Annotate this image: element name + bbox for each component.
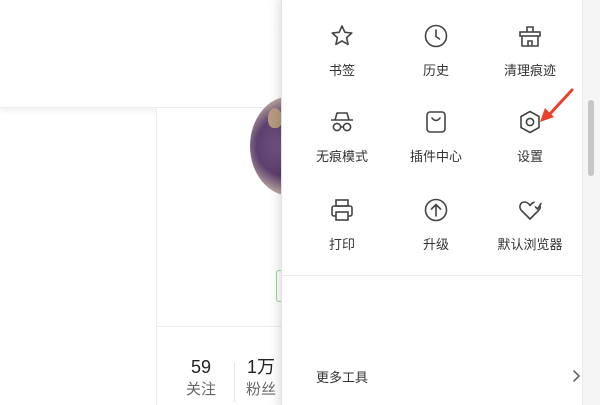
menu-item-label: 历史 — [422, 64, 449, 79]
upgrade-arrow-icon — [423, 197, 449, 223]
menu-item-incognito[interactable]: 无痕模式 — [292, 87, 392, 167]
hexagon-settings-icon — [517, 109, 543, 135]
avatar-detail — [268, 108, 282, 128]
more-tools-label: 更多工具 — [316, 371, 369, 386]
menu-item-label: 清理痕迹 — [503, 64, 556, 79]
menu-item-history[interactable]: 历史 — [386, 1, 486, 81]
stat-followers-value: 1万 — [247, 357, 276, 377]
page-header-card — [0, 30, 300, 108]
stat-following-value: 59 — [190, 357, 212, 377]
stat-followers[interactable]: 1万 粉丝 — [246, 356, 276, 400]
stat-followers-label: 粉丝 — [246, 381, 277, 398]
menu-item-label: 插件中心 — [409, 150, 462, 165]
browser-main-menu: 书签 历史 清理痕迹 无痕模式 插件中心 设置 打印 升级 默认浏览器 更多工具 — [281, 0, 600, 405]
menu-item-plugin-center[interactable]: 插件中心 — [386, 87, 486, 167]
bag-plugin-icon — [423, 109, 449, 135]
stats-divider — [156, 326, 296, 327]
menu-item-label: 无痕模式 — [315, 150, 368, 165]
scrollbar-thumb[interactable] — [588, 100, 594, 176]
more-tools-item[interactable]: 更多工具 — [282, 359, 582, 393]
star-icon — [329, 23, 355, 49]
menu-item-default-browser[interactable]: 默认浏览器 — [480, 175, 580, 255]
menu-item-print[interactable]: 打印 — [292, 175, 392, 255]
menu-item-label: 打印 — [328, 238, 355, 253]
menu-divider — [282, 275, 582, 276]
menu-item-upgrade[interactable]: 升级 — [386, 175, 486, 255]
menu-item-label: 默认浏览器 — [497, 238, 563, 253]
incognito-icon — [329, 109, 355, 135]
clock-icon — [423, 23, 449, 49]
menu-item-bookmarks[interactable]: 书签 — [292, 1, 392, 81]
printer-icon — [329, 197, 355, 223]
menu-item-label: 书签 — [328, 64, 355, 79]
heart-icon — [517, 197, 543, 223]
broom-clean-icon — [517, 23, 543, 49]
stat-following-label: 关注 — [186, 381, 217, 398]
stat-separator — [234, 362, 235, 402]
chevron-right-icon — [573, 370, 580, 382]
menu-item-label: 设置 — [516, 150, 543, 165]
scrollbar-track[interactable] — [582, 0, 600, 405]
menu-item-clear-traces[interactable]: 清理痕迹 — [480, 1, 580, 81]
menu-grid: 书签 历史 清理痕迹 无痕模式 插件中心 设置 打印 升级 默认浏览器 — [282, 0, 582, 279]
stat-following[interactable]: 59 关注 — [186, 356, 216, 400]
menu-item-label: 升级 — [422, 238, 449, 253]
menu-item-settings[interactable]: 设置 — [480, 87, 580, 167]
